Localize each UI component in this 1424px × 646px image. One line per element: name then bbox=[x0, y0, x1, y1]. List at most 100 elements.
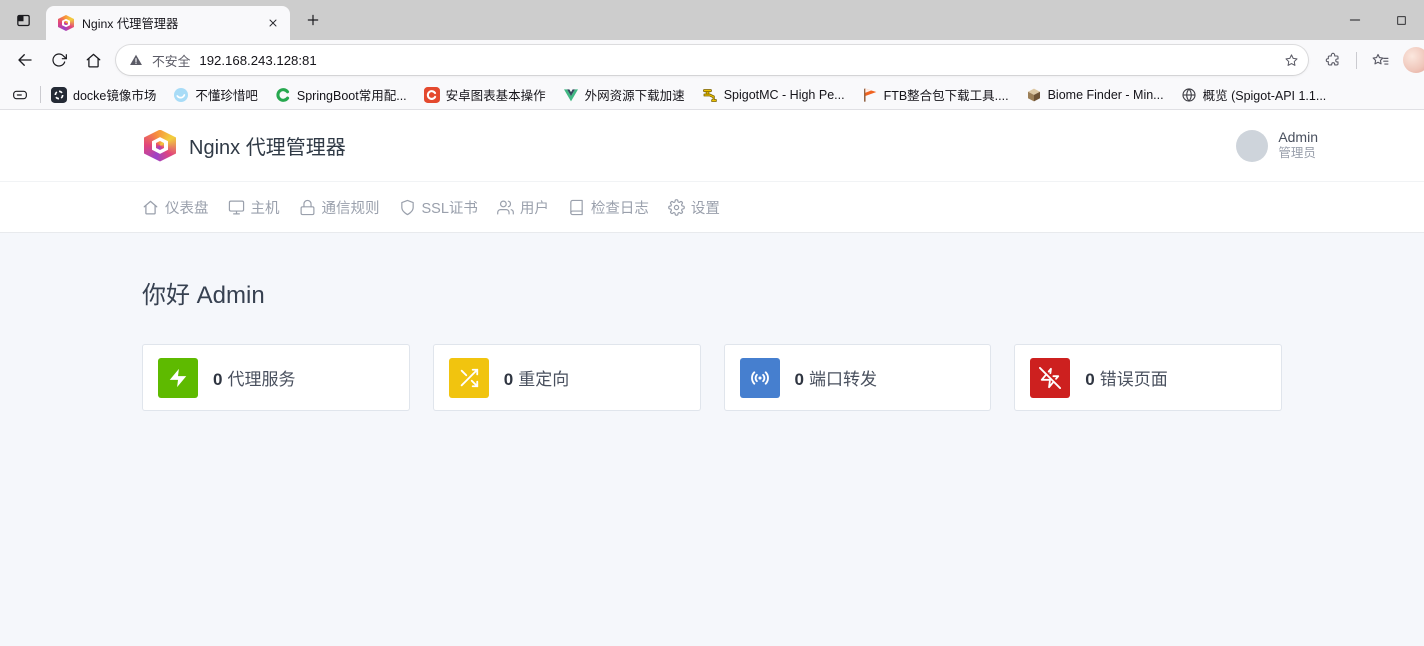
minimize-icon bbox=[1348, 13, 1362, 27]
stat-count: 0 bbox=[795, 370, 804, 389]
browser-window: Nginx 代理管理器 不安全 1 bbox=[0, 0, 1424, 110]
reload-icon bbox=[51, 52, 67, 68]
stat-stamp bbox=[1030, 358, 1070, 398]
window-controls bbox=[1346, 11, 1410, 29]
reading-list-button[interactable] bbox=[8, 83, 32, 107]
stat-stamp bbox=[449, 358, 489, 398]
stat-card[interactable]: 0重定向 bbox=[433, 344, 701, 411]
browser-toolbar: 不安全 192.168.243.128:81 bbox=[0, 40, 1424, 80]
dodo-circle-icon bbox=[173, 87, 189, 103]
biome-block-icon bbox=[1026, 87, 1042, 103]
home-icon bbox=[142, 199, 159, 216]
bookmark-item[interactable]: docke镜像市场 bbox=[51, 85, 156, 104]
bookmark-page-button[interactable] bbox=[1278, 47, 1304, 73]
bookmark-item[interactable]: 概览 (Spigot-API 1.1... bbox=[1181, 85, 1327, 104]
bookmarks-list: docke镜像市场 不懂珍惜吧 SpringBoot常用配... 安卓图表基本操… bbox=[51, 85, 1326, 104]
puzzle-icon bbox=[1325, 52, 1341, 68]
url-bar[interactable]: 不安全 192.168.243.128:81 bbox=[116, 45, 1308, 75]
stat-stamp bbox=[158, 358, 198, 398]
stat-card[interactable]: 0端口转发 bbox=[724, 344, 992, 411]
ftb-flag-icon bbox=[862, 87, 878, 103]
window-maximize-button[interactable] bbox=[1392, 11, 1410, 29]
vue-icon bbox=[563, 87, 579, 103]
brand-title: Nginx 代理管理器 bbox=[189, 131, 346, 160]
page-header: Nginx 代理管理器 Admin 管理员 bbox=[0, 110, 1424, 181]
docker-icon bbox=[51, 87, 67, 103]
bookmark-item[interactable]: FTB整合包下载工具.... bbox=[862, 85, 1009, 104]
nav-label: SSL证书 bbox=[422, 197, 478, 218]
stat-text: 0端口转发 bbox=[795, 365, 877, 390]
bookmarks-menu-button[interactable] bbox=[1367, 47, 1393, 73]
nav-label: 检查日志 bbox=[591, 197, 649, 218]
book-icon bbox=[568, 199, 585, 216]
nav-item-2[interactable]: 通信规则 bbox=[299, 197, 380, 218]
bookmark-label: SpringBoot常用配... bbox=[297, 85, 407, 104]
readinglist-icon bbox=[12, 87, 28, 103]
nav-item-3[interactable]: SSL证书 bbox=[399, 197, 478, 218]
spigot-icon bbox=[702, 87, 718, 103]
shield-icon bbox=[399, 199, 416, 216]
app-nav: 仪表盘 主机 通信规则 SSL证书 用户 检查日志 设置 bbox=[0, 181, 1424, 233]
greeting-heading: 你好 Admin bbox=[142, 275, 1282, 310]
stat-label: 代理服务 bbox=[227, 370, 295, 389]
nav-label: 通信规则 bbox=[322, 197, 380, 218]
new-tab-button[interactable] bbox=[298, 5, 328, 35]
nav-label: 主机 bbox=[251, 197, 280, 218]
csdn-icon bbox=[424, 87, 440, 103]
stat-label: 重定向 bbox=[518, 370, 569, 389]
browser-tab[interactable]: Nginx 代理管理器 bbox=[46, 6, 290, 40]
stat-text: 0错误页面 bbox=[1085, 365, 1167, 390]
warning-icon bbox=[129, 53, 143, 67]
bookmark-label: SpigotMC - High Pe... bbox=[724, 88, 845, 102]
bookmarks-menu-icon bbox=[1372, 52, 1389, 69]
sidebar-icon bbox=[15, 12, 32, 29]
broadcast-icon bbox=[749, 367, 771, 389]
zap-off-icon bbox=[1039, 367, 1061, 389]
dashboard-content: 你好 Admin 0代理服务 0重定向 0端口转发 0错误页面 bbox=[0, 233, 1424, 411]
user-avatar bbox=[1236, 130, 1268, 162]
close-icon bbox=[267, 17, 279, 29]
bookmark-item[interactable]: SpringBoot常用配... bbox=[275, 85, 407, 104]
bookmark-item[interactable]: 不懂珍惜吧 bbox=[173, 85, 258, 104]
maximize-icon bbox=[1395, 14, 1408, 27]
zap-icon bbox=[167, 367, 189, 389]
stat-cards: 0代理服务 0重定向 0端口转发 0错误页面 bbox=[142, 344, 1282, 411]
sidebar-toggle-button[interactable] bbox=[8, 5, 38, 35]
window-minimize-button[interactable] bbox=[1346, 11, 1364, 29]
nav-item-5[interactable]: 检查日志 bbox=[568, 197, 649, 218]
nav-item-6[interactable]: 设置 bbox=[668, 197, 720, 218]
url-text: 192.168.243.128:81 bbox=[199, 53, 1269, 68]
bookmark-item[interactable]: Biome Finder - Min... bbox=[1026, 87, 1164, 103]
stat-count: 0 bbox=[1085, 370, 1094, 389]
bookmark-item[interactable]: 安卓图表基本操作 bbox=[424, 85, 546, 104]
home-icon bbox=[85, 52, 102, 69]
stat-card[interactable]: 0代理服务 bbox=[142, 344, 410, 411]
bookmark-label: Biome Finder - Min... bbox=[1048, 88, 1164, 102]
shuffle-icon bbox=[458, 367, 480, 389]
nav-item-1[interactable]: 主机 bbox=[228, 197, 280, 218]
npm-logo-icon bbox=[144, 130, 176, 162]
brand-link[interactable]: Nginx 代理管理器 bbox=[144, 130, 346, 162]
nav-label: 用户 bbox=[520, 197, 549, 218]
extensions-button[interactable] bbox=[1320, 47, 1346, 73]
nav-item-4[interactable]: 用户 bbox=[497, 197, 549, 218]
stat-card[interactable]: 0错误页面 bbox=[1014, 344, 1282, 411]
bookmark-item[interactable]: SpigotMC - High Pe... bbox=[702, 87, 845, 103]
user-menu[interactable]: Admin 管理员 bbox=[1236, 129, 1318, 162]
tab-bar: Nginx 代理管理器 bbox=[0, 0, 1424, 40]
lock-icon bbox=[299, 199, 316, 216]
back-icon bbox=[16, 51, 34, 69]
reload-button[interactable] bbox=[44, 45, 74, 75]
nav-item-0[interactable]: 仪表盘 bbox=[142, 197, 209, 218]
bookmark-label: 外网资源下载加速 bbox=[585, 85, 685, 104]
bookmarks-divider bbox=[40, 86, 41, 103]
browser-profile-avatar[interactable] bbox=[1403, 47, 1424, 73]
user-name: Admin bbox=[1278, 129, 1318, 147]
bookmark-item[interactable]: 外网资源下载加速 bbox=[563, 85, 685, 104]
monitor-icon bbox=[228, 199, 245, 216]
back-button[interactable] bbox=[10, 45, 40, 75]
home-button[interactable] bbox=[78, 45, 108, 75]
bookmark-label: 安卓图表基本操作 bbox=[446, 85, 546, 104]
tab-close-button[interactable] bbox=[262, 12, 284, 34]
stat-text: 0重定向 bbox=[504, 365, 569, 390]
